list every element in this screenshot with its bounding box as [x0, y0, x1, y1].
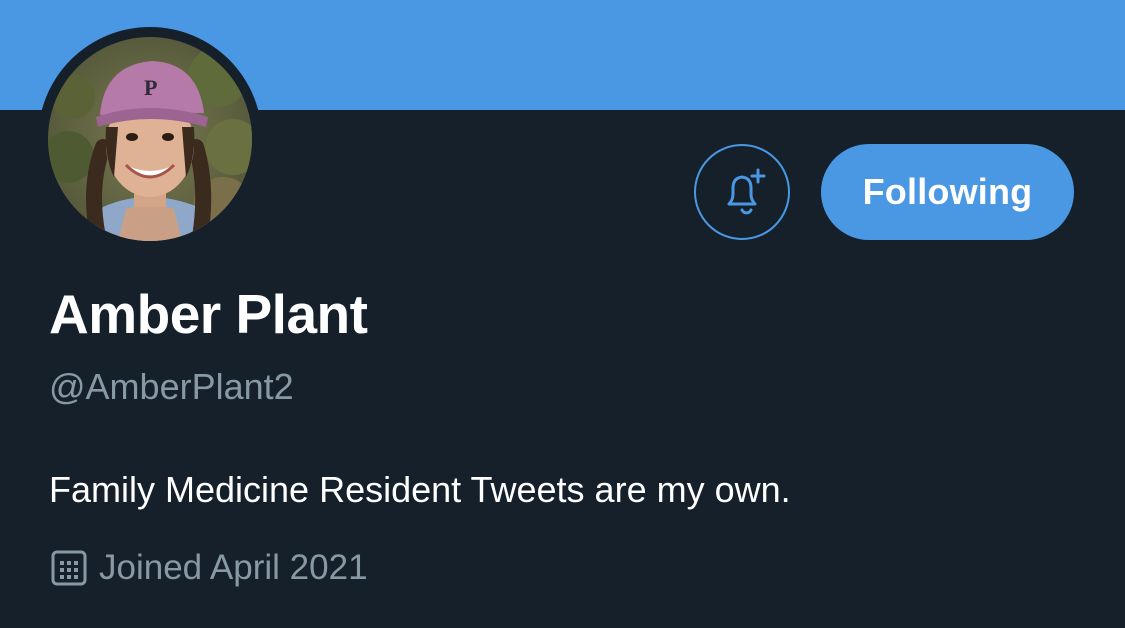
bell-plus-icon [727, 168, 766, 215]
following-button[interactable]: Following [821, 144, 1074, 240]
following-button-label: Following [862, 171, 1033, 212]
svg-text:P: P [144, 75, 157, 100]
user-handle: @AmberPlant2 [49, 366, 294, 407]
profile-page: P Following Amber Plant @AmberPlant2 Fam… [0, 0, 1125, 628]
joined-text: Joined April 2021 [99, 548, 368, 587]
profile-bio: Family Medicine Resident Tweets are my o… [49, 469, 791, 510]
avatar[interactable]: P [48, 37, 252, 241]
display-name: Amber Plant [49, 283, 368, 345]
avatar-photo: P [48, 37, 252, 241]
notifications-button[interactable] [694, 144, 790, 240]
calendar-icon [49, 548, 89, 588]
joined-date: Joined April 2021 [49, 544, 368, 592]
